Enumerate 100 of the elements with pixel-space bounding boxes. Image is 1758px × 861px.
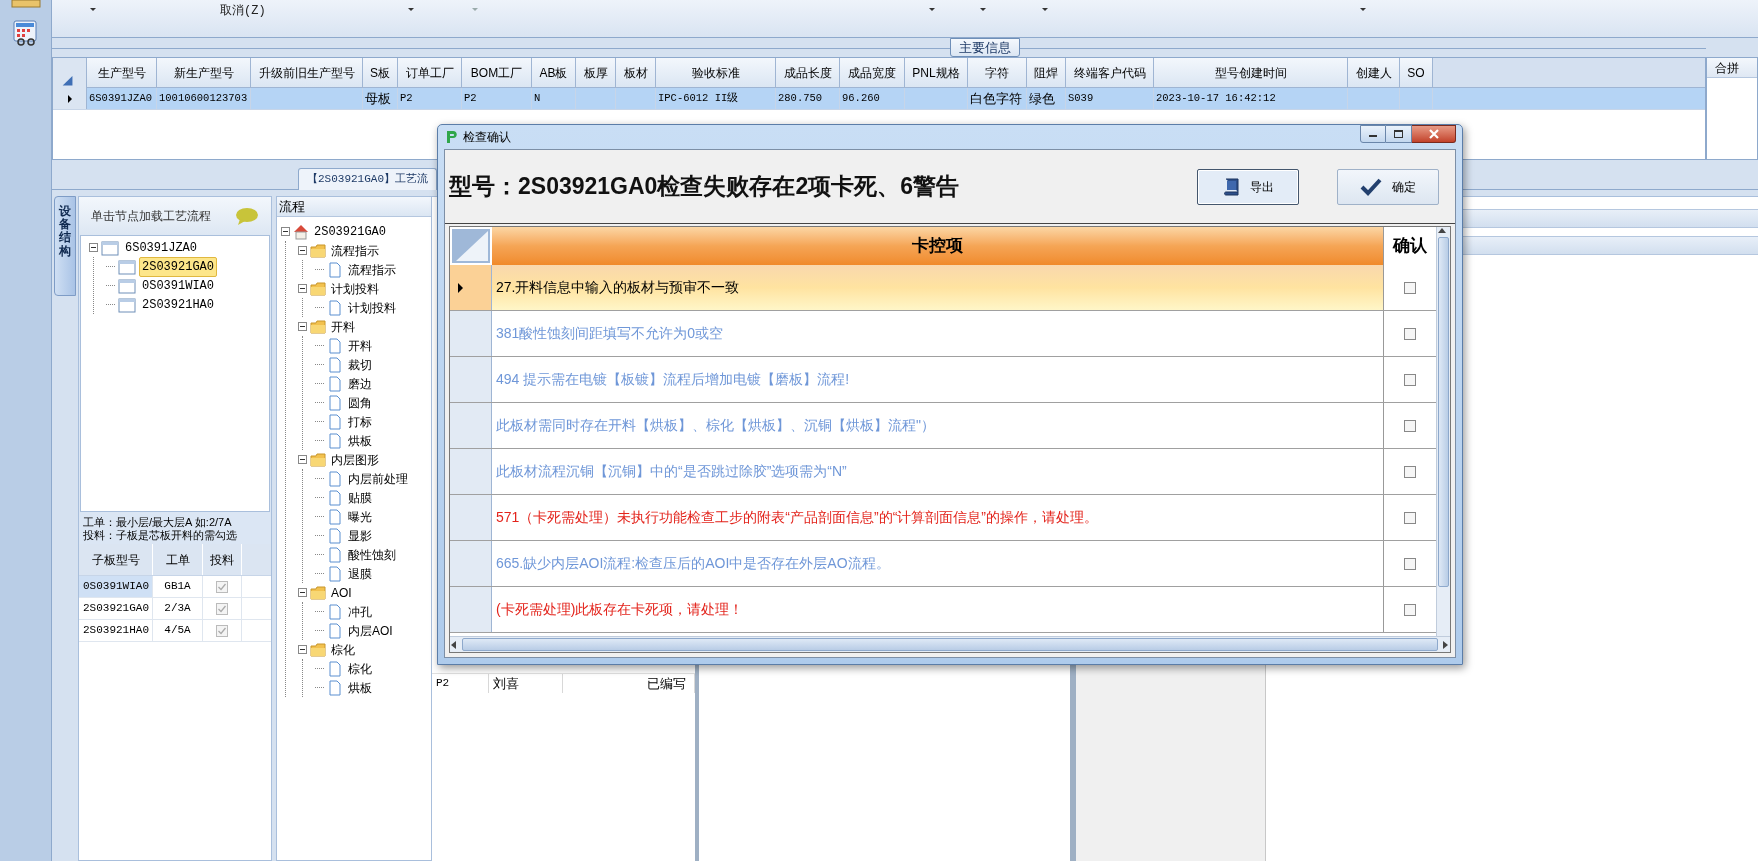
column-header[interactable]: 字符 (968, 58, 1027, 87)
column-header[interactable]: 板厚 (576, 58, 616, 87)
tree-item[interactable]: 棕化 (346, 659, 374, 678)
collapse-icon[interactable] (298, 284, 307, 293)
dropdown-caret-icon[interactable] (408, 8, 414, 11)
process-tab[interactable]: 【2S03921GA0】工艺流 (298, 168, 437, 190)
collapse-icon[interactable] (298, 455, 307, 464)
folder-icon (310, 280, 326, 297)
column-header[interactable]: 成品长度 (776, 58, 840, 87)
tree-item[interactable]: 流程指示 (329, 241, 381, 260)
column-header[interactable]: 终端客户代码 (1066, 58, 1154, 87)
checkbox[interactable] (1404, 419, 1416, 432)
column-header[interactable]: BOM工厂 (462, 58, 532, 87)
dropdown-caret-icon[interactable] (1360, 8, 1366, 11)
table-cell-text: 2/3A (164, 601, 191, 617)
column-header[interactable]: SO (1400, 58, 1433, 87)
tree-item[interactable]: 0S0391WIA0 (139, 275, 217, 296)
ok-button[interactable]: 确定 (1337, 168, 1439, 205)
tree-item[interactable]: 圆角 (346, 393, 374, 412)
maximize-button[interactable] (1386, 125, 1412, 143)
tree-item[interactable]: 内层图形 (329, 450, 381, 469)
table-row[interactable]: 6S0391JZA0 10010600123703 母板 P2 P2 N IPC-6012 II级 280.750 96.260 白色字符 绿色 S039 2023-10-17 16:42:12 (53, 88, 1705, 110)
collapse-icon[interactable] (298, 246, 307, 255)
column-header[interactable]: 生产型号 (87, 58, 157, 87)
column-header[interactable]: 投料 (203, 544, 242, 575)
vertical-scrollbar[interactable] (1436, 227, 1450, 636)
tree-item[interactable]: 显影 (346, 526, 374, 545)
checkbox[interactable] (216, 580, 228, 593)
side-tab[interactable]: 设备结构 (54, 196, 76, 296)
tree-item[interactable]: 烘板 (346, 431, 374, 450)
dropdown-caret-icon[interactable] (980, 8, 986, 11)
calculator-icon[interactable] (11, 20, 40, 46)
dropdown-caret-icon[interactable] (929, 8, 935, 11)
column-header[interactable]: 成品宽度 (840, 58, 905, 87)
tree-item[interactable]: 2S03921GA0 (312, 222, 388, 241)
table-row[interactable]: 2S03921GA0 2/3A (79, 598, 271, 620)
tree-item[interactable]: 冲孔 (346, 602, 374, 621)
scroll-left-icon[interactable] (450, 639, 458, 650)
column-header[interactable]: 型号创建时间 (1154, 58, 1348, 87)
checkbox[interactable] (1404, 465, 1416, 478)
checkbox[interactable] (1404, 603, 1416, 616)
tree-item[interactable]: 6S0391JZA0 (122, 237, 200, 258)
checkbox[interactable] (1404, 557, 1416, 570)
scroll-right-icon[interactable] (1442, 639, 1450, 650)
table-row[interactable]: 2S03921HA0 4/5A (79, 620, 271, 642)
minimize-button[interactable] (1360, 125, 1386, 143)
checkbox[interactable] (216, 602, 228, 615)
tree-item[interactable]: 烘板 (346, 678, 374, 697)
horizontal-scrollbar[interactable] (450, 636, 1450, 652)
checkbox[interactable] (1404, 281, 1416, 294)
column-header[interactable]: 卡控项 (492, 227, 1384, 265)
column-header[interactable]: S板 (363, 58, 398, 87)
column-header[interactable]: 子板型号 (79, 544, 153, 575)
checkbox[interactable] (1404, 327, 1416, 340)
tree-item[interactable]: 贴膜 (346, 488, 374, 507)
column-header[interactable]: 创建人 (1348, 58, 1400, 87)
collapse-icon[interactable] (281, 227, 290, 236)
column-header[interactable]: PNL规格 (905, 58, 968, 87)
column-header[interactable]: 订单工厂 (398, 58, 462, 87)
collapse-icon[interactable] (89, 243, 98, 252)
tree-item[interactable]: 磨边 (346, 374, 374, 393)
tree-item[interactable]: 棕化 (329, 640, 357, 659)
column-header[interactable]: AB板 (532, 58, 576, 87)
tree-item[interactable]: 打标 (346, 412, 374, 431)
tree-item[interactable]: 裁切 (346, 355, 374, 374)
tree-item[interactable]: 2S03921GA0 (139, 256, 217, 277)
collapse-icon[interactable] (298, 322, 307, 331)
column-header[interactable]: 阻焊 (1027, 58, 1066, 87)
column-header[interactable]: 板材 (616, 58, 656, 87)
collapse-icon[interactable] (298, 645, 307, 654)
tree-item[interactable]: 退膜 (346, 564, 374, 583)
tree-item[interactable]: 流程指示 (346, 260, 398, 279)
export-button[interactable]: 导出 (1197, 168, 1299, 205)
tree-item[interactable]: AOI (329, 583, 354, 602)
tree-item[interactable]: 2S03921HA0 (139, 294, 217, 315)
dropdown-caret-icon[interactable] (90, 8, 96, 11)
collapse-icon[interactable] (298, 588, 307, 597)
table-cell-text: IPC-6012 II级 (658, 90, 739, 106)
column-header[interactable]: 新生产型号 (157, 58, 251, 87)
checkbox[interactable] (216, 624, 228, 637)
column-header[interactable]: 验收标准 (656, 58, 776, 87)
tree-item[interactable]: 曝光 (346, 507, 374, 526)
toolbar-button[interactable]: 取消(Z) (220, 2, 266, 20)
tree-item[interactable]: 计划投料 (346, 298, 398, 317)
column-header[interactable]: 流程 (277, 197, 431, 217)
dropdown-caret-icon[interactable] (1042, 8, 1048, 11)
tree-item[interactable]: 开料 (346, 336, 374, 355)
window-icon (101, 239, 119, 256)
table-row[interactable]: 0S0391WIA0 GB1A (79, 576, 271, 598)
tree-item[interactable]: 内层前处理 (346, 469, 410, 488)
table-cell-text: 2S03921GA0 (83, 601, 149, 617)
tree-item[interactable]: 酸性蚀刻 (346, 545, 398, 564)
column-header[interactable]: 升级前旧生产型号 (251, 58, 363, 87)
column-header[interactable]: 工单 (153, 544, 203, 575)
tree-item[interactable]: 计划投料 (329, 279, 381, 298)
checkbox[interactable] (1404, 373, 1416, 386)
close-button[interactable] (1412, 125, 1456, 143)
checkbox[interactable] (1404, 511, 1416, 524)
tree-item[interactable]: 内层AOI (346, 621, 395, 640)
tree-item[interactable]: 开料 (329, 317, 357, 336)
